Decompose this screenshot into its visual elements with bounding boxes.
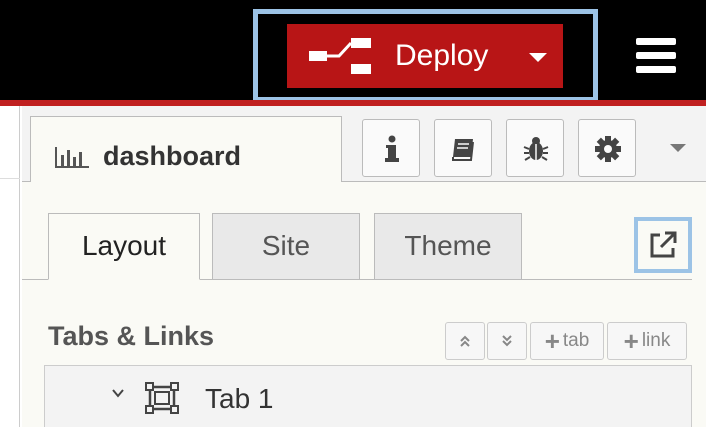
tab-frame-icon (145, 382, 179, 414)
deploy-label: Deploy (395, 39, 489, 72)
workspace-edge (0, 106, 20, 427)
tab-layout[interactable]: Layout (48, 213, 200, 280)
add-link-button[interactable]: + link (607, 322, 687, 360)
hamburger-icon-bar (636, 66, 676, 73)
add-tab-button[interactable]: + tab (530, 322, 604, 360)
hamburger-icon-bar (636, 38, 676, 45)
tab-site[interactable]: Site (212, 213, 360, 280)
debug-button[interactable] (506, 119, 564, 177)
info-icon (385, 135, 399, 162)
sidebar-tab-bar: dashboard (22, 106, 706, 193)
add-tab-label: tab (562, 330, 590, 351)
add-link-label: link (641, 330, 671, 351)
plus-icon: + (544, 326, 560, 356)
expand-down-icon (502, 335, 512, 347)
hamburger-icon-bar (636, 52, 676, 59)
deploy-button[interactable]: Deploy (287, 24, 563, 88)
collapse-all-button[interactable] (445, 322, 485, 360)
section-title: Tabs & Links (48, 321, 215, 351)
bar-chart-icon (55, 147, 89, 168)
deploy-dropdown-caret-icon[interactable] (529, 53, 547, 62)
tab-dashboard-label: dashboard (103, 141, 242, 171)
open-dashboard-button[interactable] (634, 217, 692, 273)
dashboard-sidebar: dashboard Layout Site Theme Tabs & Links… (22, 106, 706, 427)
tab-theme[interactable]: Theme (374, 213, 522, 280)
tabs-list: Tab 1 (44, 365, 692, 427)
sidebar-tabs-dropdown-icon[interactable] (670, 144, 686, 152)
gear-icon (595, 136, 621, 162)
chevron-down-icon[interactable] (111, 386, 125, 400)
dashboard-panel: Layout Site Theme Tabs & Links + tab + l… (22, 182, 706, 427)
external-link-icon (650, 231, 677, 258)
bug-icon (523, 137, 549, 161)
plus-icon: + (623, 326, 639, 356)
header-bar: Deploy (0, 0, 706, 102)
help-book-button[interactable] (434, 119, 492, 177)
expand-all-button[interactable] (487, 322, 527, 360)
book-icon (452, 139, 474, 161)
collapse-up-icon (460, 335, 470, 347)
deploy-icon (309, 38, 371, 74)
workspace-divider (0, 178, 20, 179)
main-menu-button[interactable] (636, 38, 676, 74)
settings-button[interactable] (578, 119, 636, 177)
info-button[interactable] (362, 119, 420, 177)
tab-row-label: Tab 1 (205, 383, 274, 414)
